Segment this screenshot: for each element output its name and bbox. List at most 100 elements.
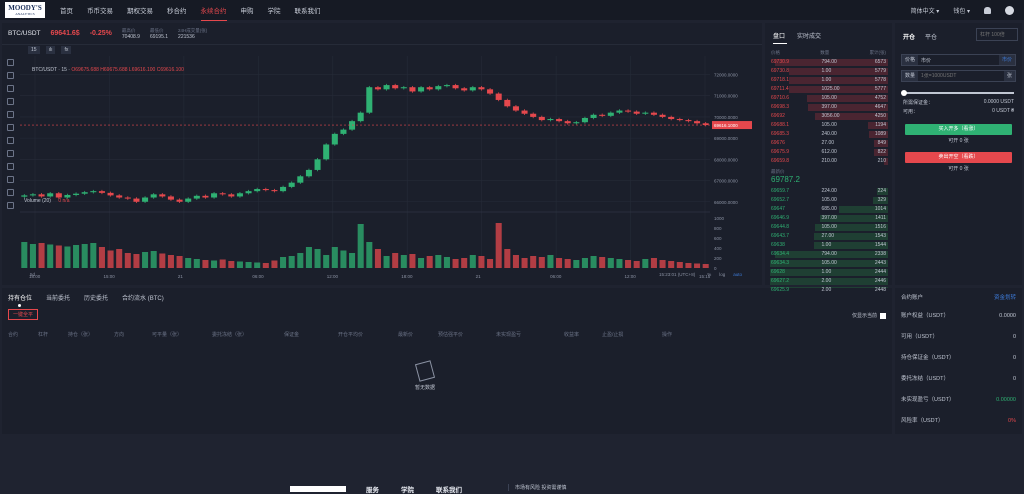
transfer-link[interactable]: 资金划转 xyxy=(994,293,1016,301)
ask-row[interactable]: 69685.3 240.00 1089 xyxy=(765,130,892,139)
nav-item-perpetual[interactable]: 永续合约 xyxy=(200,5,227,21)
account-row-value: 0 xyxy=(1012,355,1016,361)
nav-item-subscribe[interactable]: 申购 xyxy=(241,5,254,15)
buy-long-button[interactable]: 买入开多（看涨） xyxy=(905,124,1012,135)
candlestick-chart[interactable]: 72000.0000 71000.0000 70000.0000 69000.0000… xyxy=(20,56,760,284)
bid-row[interactable]: 69647 685.00 1014 xyxy=(765,205,892,214)
leverage-input[interactable] xyxy=(976,28,1018,41)
last-price-tag-label: 69616.1000 xyxy=(714,123,738,128)
wallet-menu[interactable]: 钱包 ▾ xyxy=(953,6,970,15)
qty-field[interactable]: 数量 张 xyxy=(901,70,1016,82)
candle-body xyxy=(694,121,701,124)
only-current-checkbox[interactable] xyxy=(880,312,886,319)
volume-bar xyxy=(668,261,675,268)
bid-row[interactable]: 69634.4 794.00 2338 xyxy=(765,250,892,259)
bid-row[interactable]: 69646.9 397.00 1411 xyxy=(765,214,892,223)
bid-row[interactable]: 69627.2 2.00 2446 xyxy=(765,277,892,286)
bell-icon[interactable] xyxy=(984,6,991,14)
candle-body xyxy=(443,85,450,87)
tab-trades[interactable]: 实时成交 xyxy=(797,31,821,40)
volume-bar xyxy=(461,258,468,268)
price-value[interactable]: 市价 xyxy=(918,57,999,64)
ask-row[interactable]: 69676 27.00 849 xyxy=(765,139,892,148)
volume-bar xyxy=(73,245,80,268)
text-icon[interactable] xyxy=(6,111,14,118)
measure-icon[interactable] xyxy=(6,137,14,144)
interval-select[interactable]: 15 xyxy=(28,46,40,54)
tab-positions[interactable]: 持有仓位 xyxy=(8,293,32,307)
ask-row[interactable]: 69730.8 1.00 5779 xyxy=(765,67,892,76)
trendline-icon[interactable] xyxy=(6,72,14,79)
bid-row[interactable]: 69625.9 2.00 2448 xyxy=(765,286,892,295)
volume-legend: Volume (20) 0 n/a xyxy=(24,198,69,204)
ask-row[interactable]: 69675.9 612.00 822 xyxy=(765,148,892,157)
ask-row[interactable]: 69711.4 1025.00 5777 xyxy=(765,85,892,94)
ask-row[interactable]: 69698.3 397.00 4647 xyxy=(765,103,892,112)
bid-row[interactable]: 69643.7 27.00 1543 xyxy=(765,232,892,241)
footer-link-service[interactable]: 服务 xyxy=(366,484,379,494)
bid-row[interactable]: 69634.3 105.00 2443 xyxy=(765,259,892,268)
candle-body xyxy=(392,85,399,89)
crosshair-icon[interactable] xyxy=(6,59,14,66)
bid-row[interactable]: 69644.8 105.00 1516 xyxy=(765,223,892,232)
avatar[interactable] xyxy=(1005,5,1014,15)
bid-row[interactable]: 69652.7 105.00 329 xyxy=(765,196,892,205)
tab-close[interactable]: 平仓 xyxy=(925,32,937,41)
candles-button[interactable]: ılı xyxy=(45,46,56,54)
nav-item-options[interactable]: 期权交易 xyxy=(127,5,153,15)
ask-row[interactable]: 69692 3056.00 4250 xyxy=(765,112,892,121)
ask-row[interactable]: 69688.1 105.00 1194 xyxy=(765,121,892,130)
symbol-select[interactable]: BTC/USDT xyxy=(8,30,41,37)
percent-scale-button[interactable]: % xyxy=(707,272,711,277)
row-price: 69659.8 xyxy=(771,158,790,164)
nav-item-academy[interactable]: 学院 xyxy=(268,5,281,15)
nav-item-home[interactable]: 首页 xyxy=(60,5,73,15)
candle-body xyxy=(478,87,485,90)
close-all-button[interactable]: 一键全平 xyxy=(8,309,39,320)
eye-icon[interactable] xyxy=(6,189,14,196)
nav-item-spot[interactable]: 币币交易 xyxy=(87,5,113,15)
volume-tick-label: 1000 xyxy=(714,216,725,221)
lock-icon[interactable] xyxy=(6,176,14,183)
nav-item-second-contract[interactable]: 秒合约 xyxy=(167,5,187,15)
ask-row[interactable]: 69718.1 1.00 5778 xyxy=(765,76,892,85)
row-qty: 2.00 xyxy=(821,287,832,293)
footer-link-contact[interactable]: 联系我们 xyxy=(436,484,462,494)
trash-icon[interactable] xyxy=(6,202,14,209)
nav-item-contact[interactable]: 联系我们 xyxy=(295,5,321,15)
tab-open-orders[interactable]: 当前委托 xyxy=(46,293,70,302)
volume-bar xyxy=(262,263,269,268)
ask-row[interactable]: 69730.9 794.00 6573 xyxy=(765,58,892,67)
brush-icon[interactable] xyxy=(6,98,14,105)
ask-row[interactable]: 69710.6 105.00 4752 xyxy=(765,94,892,103)
bid-row[interactable]: 69628 1.00 2444 xyxy=(765,268,892,277)
zoom-icon[interactable] xyxy=(6,150,14,157)
tab-order-history[interactable]: 历史委托 xyxy=(84,293,108,302)
magnet-icon[interactable] xyxy=(6,163,14,170)
price-field[interactable]: 价格 市价 市价 xyxy=(901,54,1016,66)
ask-row[interactable]: 69659.8 210.00 210 xyxy=(765,157,892,166)
log-scale-button[interactable]: log xyxy=(719,272,725,277)
pattern-icon[interactable] xyxy=(6,124,14,131)
brand-logo[interactable]: MOODY'S ANALYTICS xyxy=(5,2,45,18)
qty-slider[interactable] xyxy=(901,90,1014,96)
language-select[interactable]: 简体中文 ▾ xyxy=(911,6,940,15)
tab-open[interactable]: 开仓 xyxy=(903,32,915,41)
bid-row[interactable]: 69659.7 224.00 224 xyxy=(765,187,892,196)
tab-contract-ledger[interactable]: 合约流水 (BTC) xyxy=(122,293,164,302)
auto-scale-button[interactable]: auto xyxy=(733,272,742,277)
sell-short-button[interactable]: 卖出开空（看跌） xyxy=(905,152,1012,163)
candle-body xyxy=(504,99,511,107)
footer-link-academy[interactable]: 学院 xyxy=(401,484,414,494)
range-button[interactable]: 5d xyxy=(30,272,35,277)
fib-icon[interactable] xyxy=(6,85,14,92)
candle-body xyxy=(167,196,174,200)
candle-body xyxy=(642,112,649,114)
only-current-toggle[interactable]: 仅显示当前 xyxy=(852,312,886,319)
candle-body xyxy=(461,88,468,91)
candle-body xyxy=(280,186,287,192)
indicators-button[interactable]: fx xyxy=(61,46,72,54)
qty-input[interactable] xyxy=(918,73,1004,79)
tab-orderbook[interactable]: 盘口 xyxy=(773,31,788,44)
bid-row[interactable]: 69638 1.00 1544 xyxy=(765,241,892,250)
